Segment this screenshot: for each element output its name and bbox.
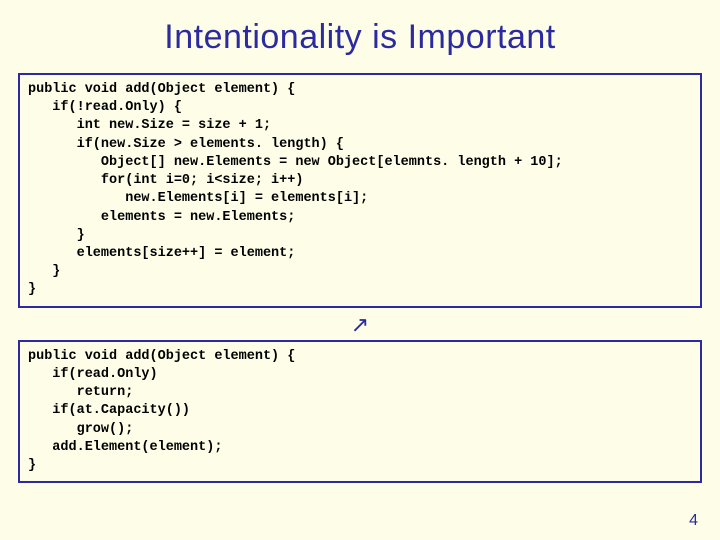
code-block-before: public void add(Object element) { if(!re… bbox=[18, 73, 702, 308]
code-block-after: public void add(Object element) { if(rea… bbox=[18, 340, 702, 484]
arrow-icon: ↗ bbox=[18, 314, 702, 336]
page-title: Intentionality is Important bbox=[18, 18, 702, 57]
page-number: 4 bbox=[689, 512, 698, 530]
slide: Intentionality is Important public void … bbox=[0, 0, 720, 540]
